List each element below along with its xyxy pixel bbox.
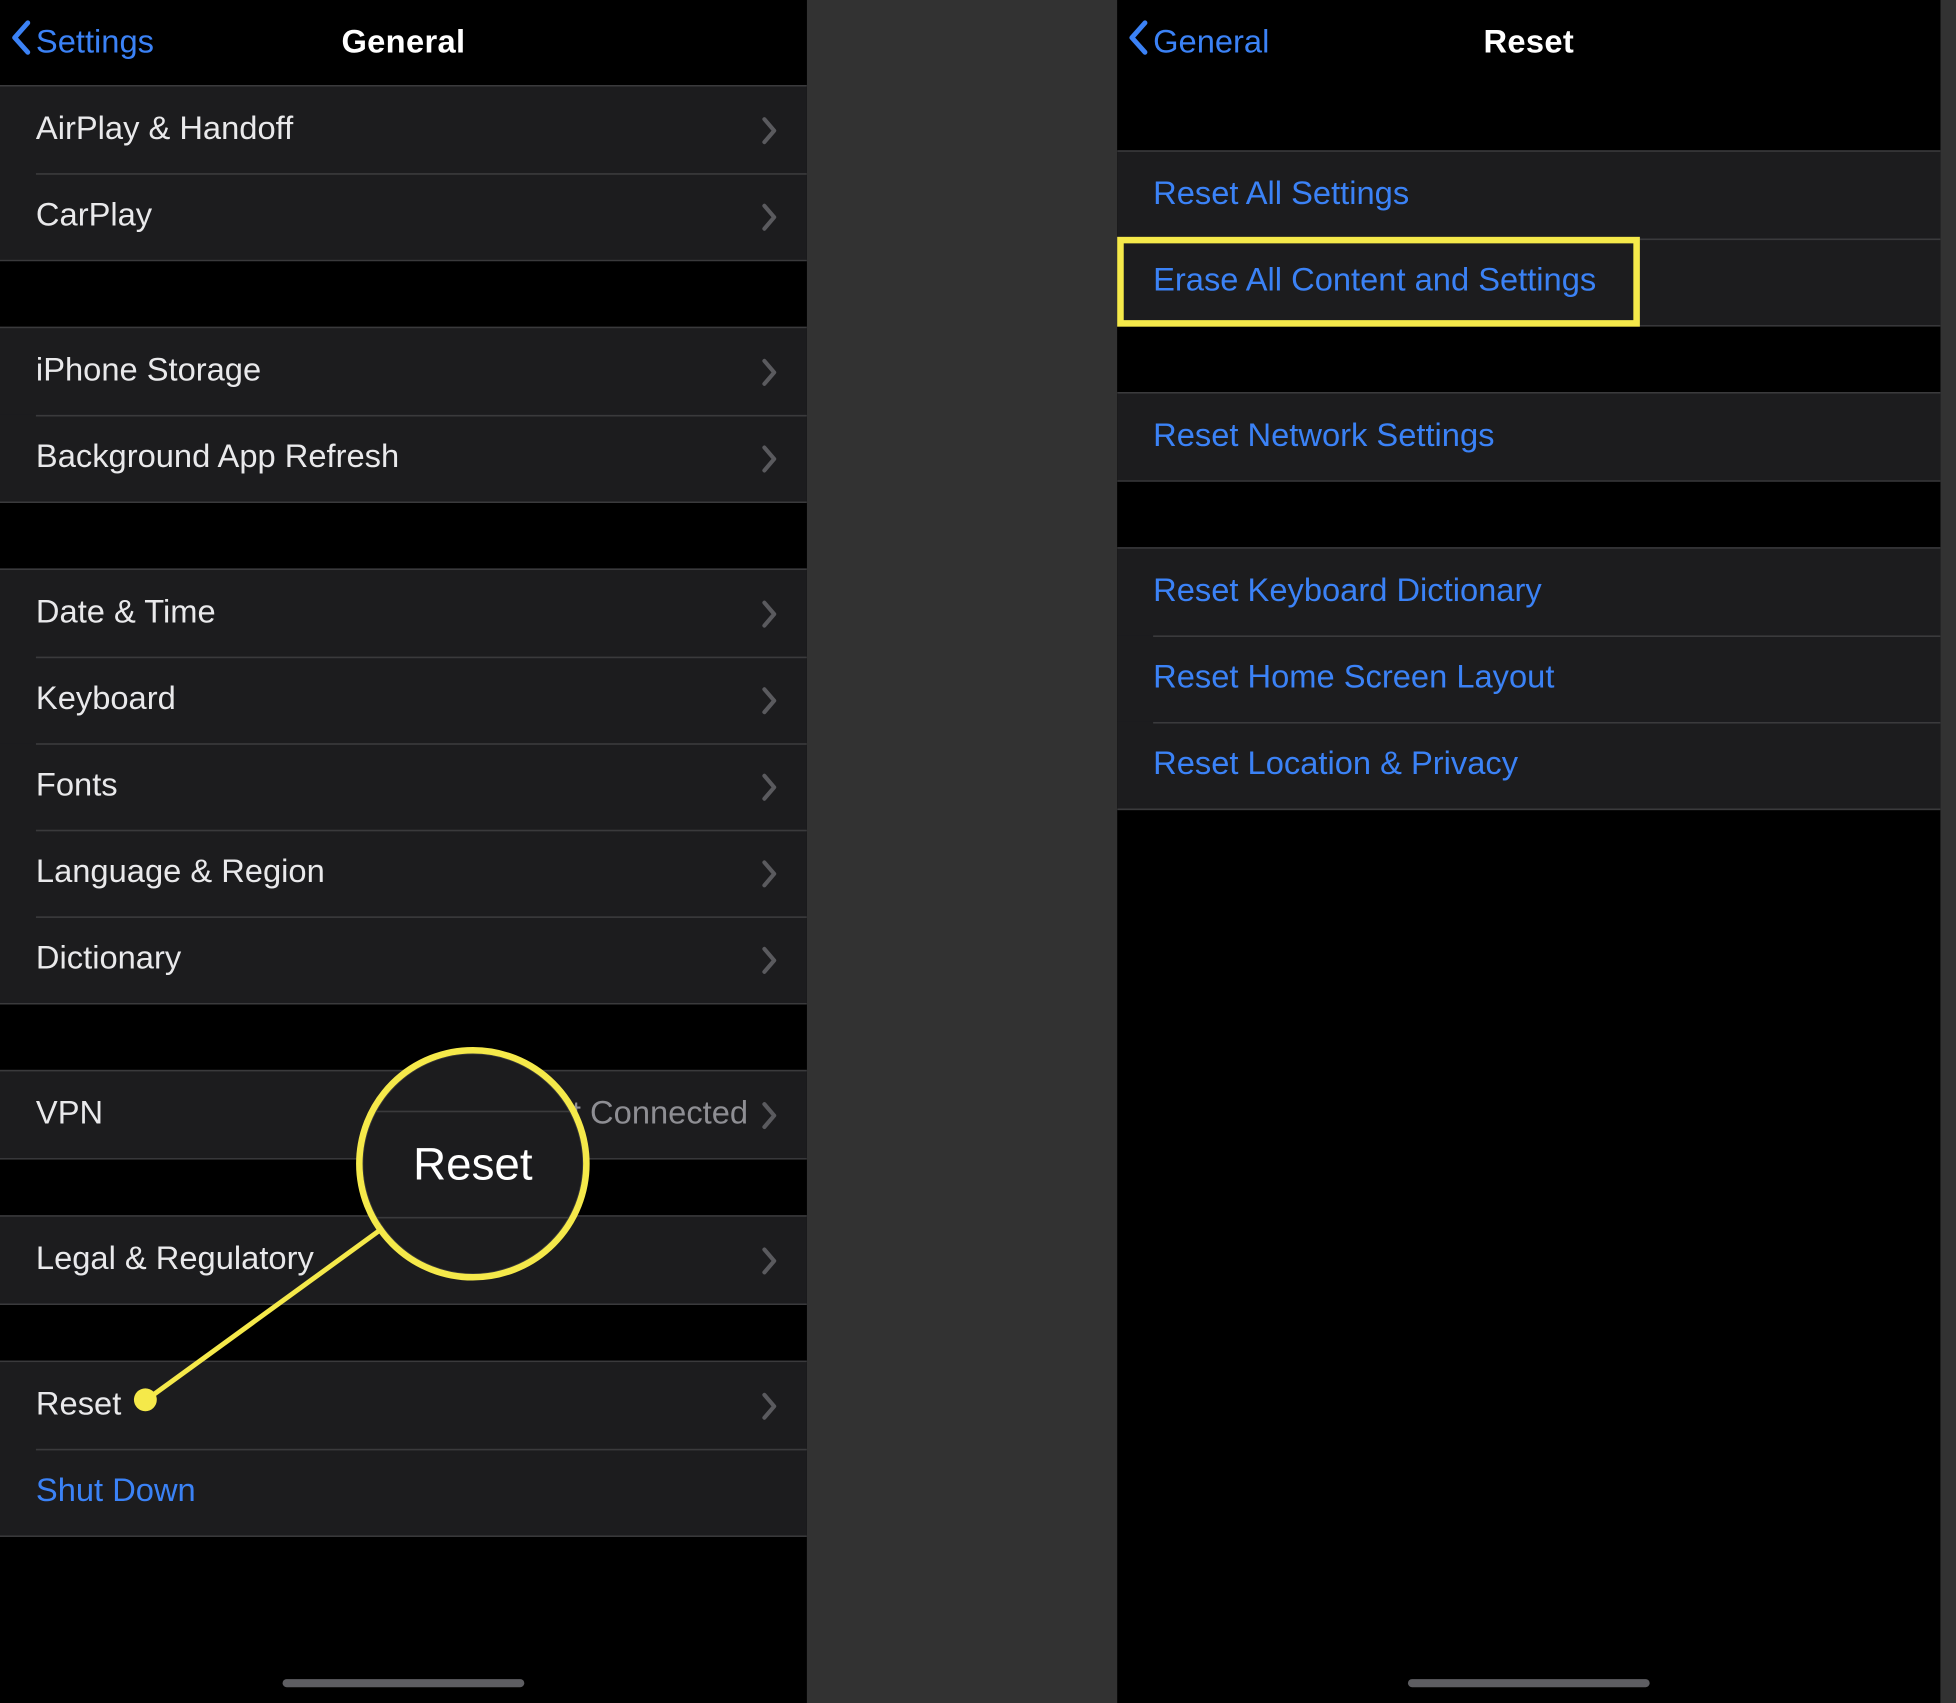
- section-gap: [1117, 85, 1940, 150]
- row-label: VPN: [36, 1096, 530, 1134]
- row-fonts[interactable]: Fonts: [0, 743, 807, 830]
- chevron-right-icon: [761, 202, 777, 231]
- chevron-left-icon: [1127, 20, 1153, 66]
- row-legal-regulatory[interactable]: Legal & Regulatory: [0, 1217, 807, 1304]
- chevron-right-icon: [761, 772, 777, 801]
- row-language-region[interactable]: Language & Region: [0, 830, 807, 917]
- back-label: Settings: [36, 24, 154, 62]
- section-gap: [1117, 482, 1940, 547]
- row-label: Erase All Content and Settings: [1153, 263, 1911, 301]
- row-background-app-refresh[interactable]: Background App Refresh: [0, 415, 807, 502]
- chevron-right-icon: [761, 599, 777, 628]
- row-reset[interactable]: Reset: [0, 1362, 807, 1449]
- phone-general: Settings General AirPlay & Handoff CarPl…: [0, 0, 807, 1703]
- group-vpn: VPN Not Connected: [0, 1070, 807, 1160]
- row-label: Date & Time: [36, 595, 761, 633]
- home-indicator[interactable]: [1408, 1679, 1650, 1687]
- section-gap: [0, 261, 807, 326]
- row-label: Reset Home Screen Layout: [1153, 660, 1911, 698]
- chevron-right-icon: [761, 115, 777, 144]
- section-gap: [0, 1005, 807, 1070]
- row-date-time[interactable]: Date & Time: [0, 570, 807, 657]
- row-label: Reset Location & Privacy: [1153, 746, 1911, 784]
- row-label: Keyboard: [36, 681, 761, 719]
- navbar-reset: General Reset: [1117, 0, 1940, 85]
- row-value: Not Connected: [530, 1096, 748, 1134]
- row-label: AirPlay & Handoff: [36, 111, 761, 149]
- group-reset-main: Reset All Settings Erase All Content and…: [1117, 150, 1940, 326]
- row-label: Reset Network Settings: [1153, 418, 1911, 456]
- group-reset-network: Reset Network Settings: [1117, 392, 1940, 482]
- chevron-left-icon: [10, 20, 36, 66]
- row-label: CarPlay: [36, 198, 761, 236]
- chevron-right-icon: [761, 1391, 777, 1420]
- row-label: Dictionary: [36, 941, 761, 979]
- group-connectivity: AirPlay & Handoff CarPlay: [0, 85, 807, 261]
- chevron-right-icon: [761, 443, 777, 472]
- row-reset-home-screen-layout[interactable]: Reset Home Screen Layout: [1117, 635, 1940, 722]
- row-reset-keyboard-dictionary[interactable]: Reset Keyboard Dictionary: [1117, 549, 1940, 636]
- back-label: General: [1153, 24, 1269, 62]
- row-label: Shut Down: [36, 1473, 778, 1511]
- home-indicator[interactable]: [283, 1679, 525, 1687]
- section-gap: [0, 503, 807, 568]
- row-label: iPhone Storage: [36, 353, 761, 391]
- row-label: Language & Region: [36, 854, 761, 892]
- chevron-right-icon: [761, 858, 777, 887]
- group-legal: Legal & Regulatory: [0, 1215, 807, 1305]
- row-carplay[interactable]: CarPlay: [0, 173, 807, 260]
- row-label: Reset All Settings: [1153, 176, 1911, 214]
- page-title: Reset: [1483, 24, 1574, 62]
- row-airplay-handoff[interactable]: AirPlay & Handoff: [0, 87, 807, 174]
- row-iphone-storage[interactable]: iPhone Storage: [0, 328, 807, 415]
- row-reset-location-privacy[interactable]: Reset Location & Privacy: [1117, 722, 1940, 809]
- group-reset-other: Reset Keyboard Dictionary Reset Home Scr…: [1117, 547, 1940, 810]
- row-reset-all-settings[interactable]: Reset All Settings: [1117, 152, 1940, 239]
- row-reset-network-settings[interactable]: Reset Network Settings: [1117, 394, 1940, 481]
- phone-reset: General Reset Reset All Settings Erase A…: [1117, 0, 1940, 1703]
- navbar-general: Settings General: [0, 0, 807, 85]
- back-to-general[interactable]: General: [1127, 0, 1269, 85]
- section-gap: [0, 1160, 807, 1216]
- group-reset: Reset Shut Down: [0, 1361, 807, 1537]
- row-label: Fonts: [36, 768, 761, 806]
- back-to-settings[interactable]: Settings: [10, 0, 154, 85]
- section-gap: [1117, 327, 1940, 392]
- chevron-right-icon: [761, 1100, 777, 1129]
- chevron-right-icon: [761, 685, 777, 714]
- chevron-right-icon: [761, 1245, 777, 1274]
- chevron-right-icon: [761, 357, 777, 386]
- row-label: Reset Keyboard Dictionary: [1153, 573, 1911, 611]
- group-storage: iPhone Storage Background App Refresh: [0, 327, 807, 503]
- group-locale: Date & Time Keyboard Fonts Language & Re…: [0, 568, 807, 1004]
- row-keyboard[interactable]: Keyboard: [0, 657, 807, 744]
- section-gap: [0, 1305, 807, 1361]
- row-dictionary[interactable]: Dictionary: [0, 916, 807, 1003]
- row-label: Background App Refresh: [36, 439, 761, 477]
- chevron-right-icon: [761, 945, 777, 974]
- row-shut-down[interactable]: Shut Down: [0, 1449, 807, 1536]
- row-label: Legal & Regulatory: [36, 1241, 761, 1279]
- row-vpn[interactable]: VPN Not Connected: [0, 1071, 807, 1158]
- row-label: Reset: [36, 1387, 761, 1425]
- row-erase-all-content-and-settings[interactable]: Erase All Content and Settings: [1117, 238, 1940, 325]
- page-title: General: [341, 24, 465, 62]
